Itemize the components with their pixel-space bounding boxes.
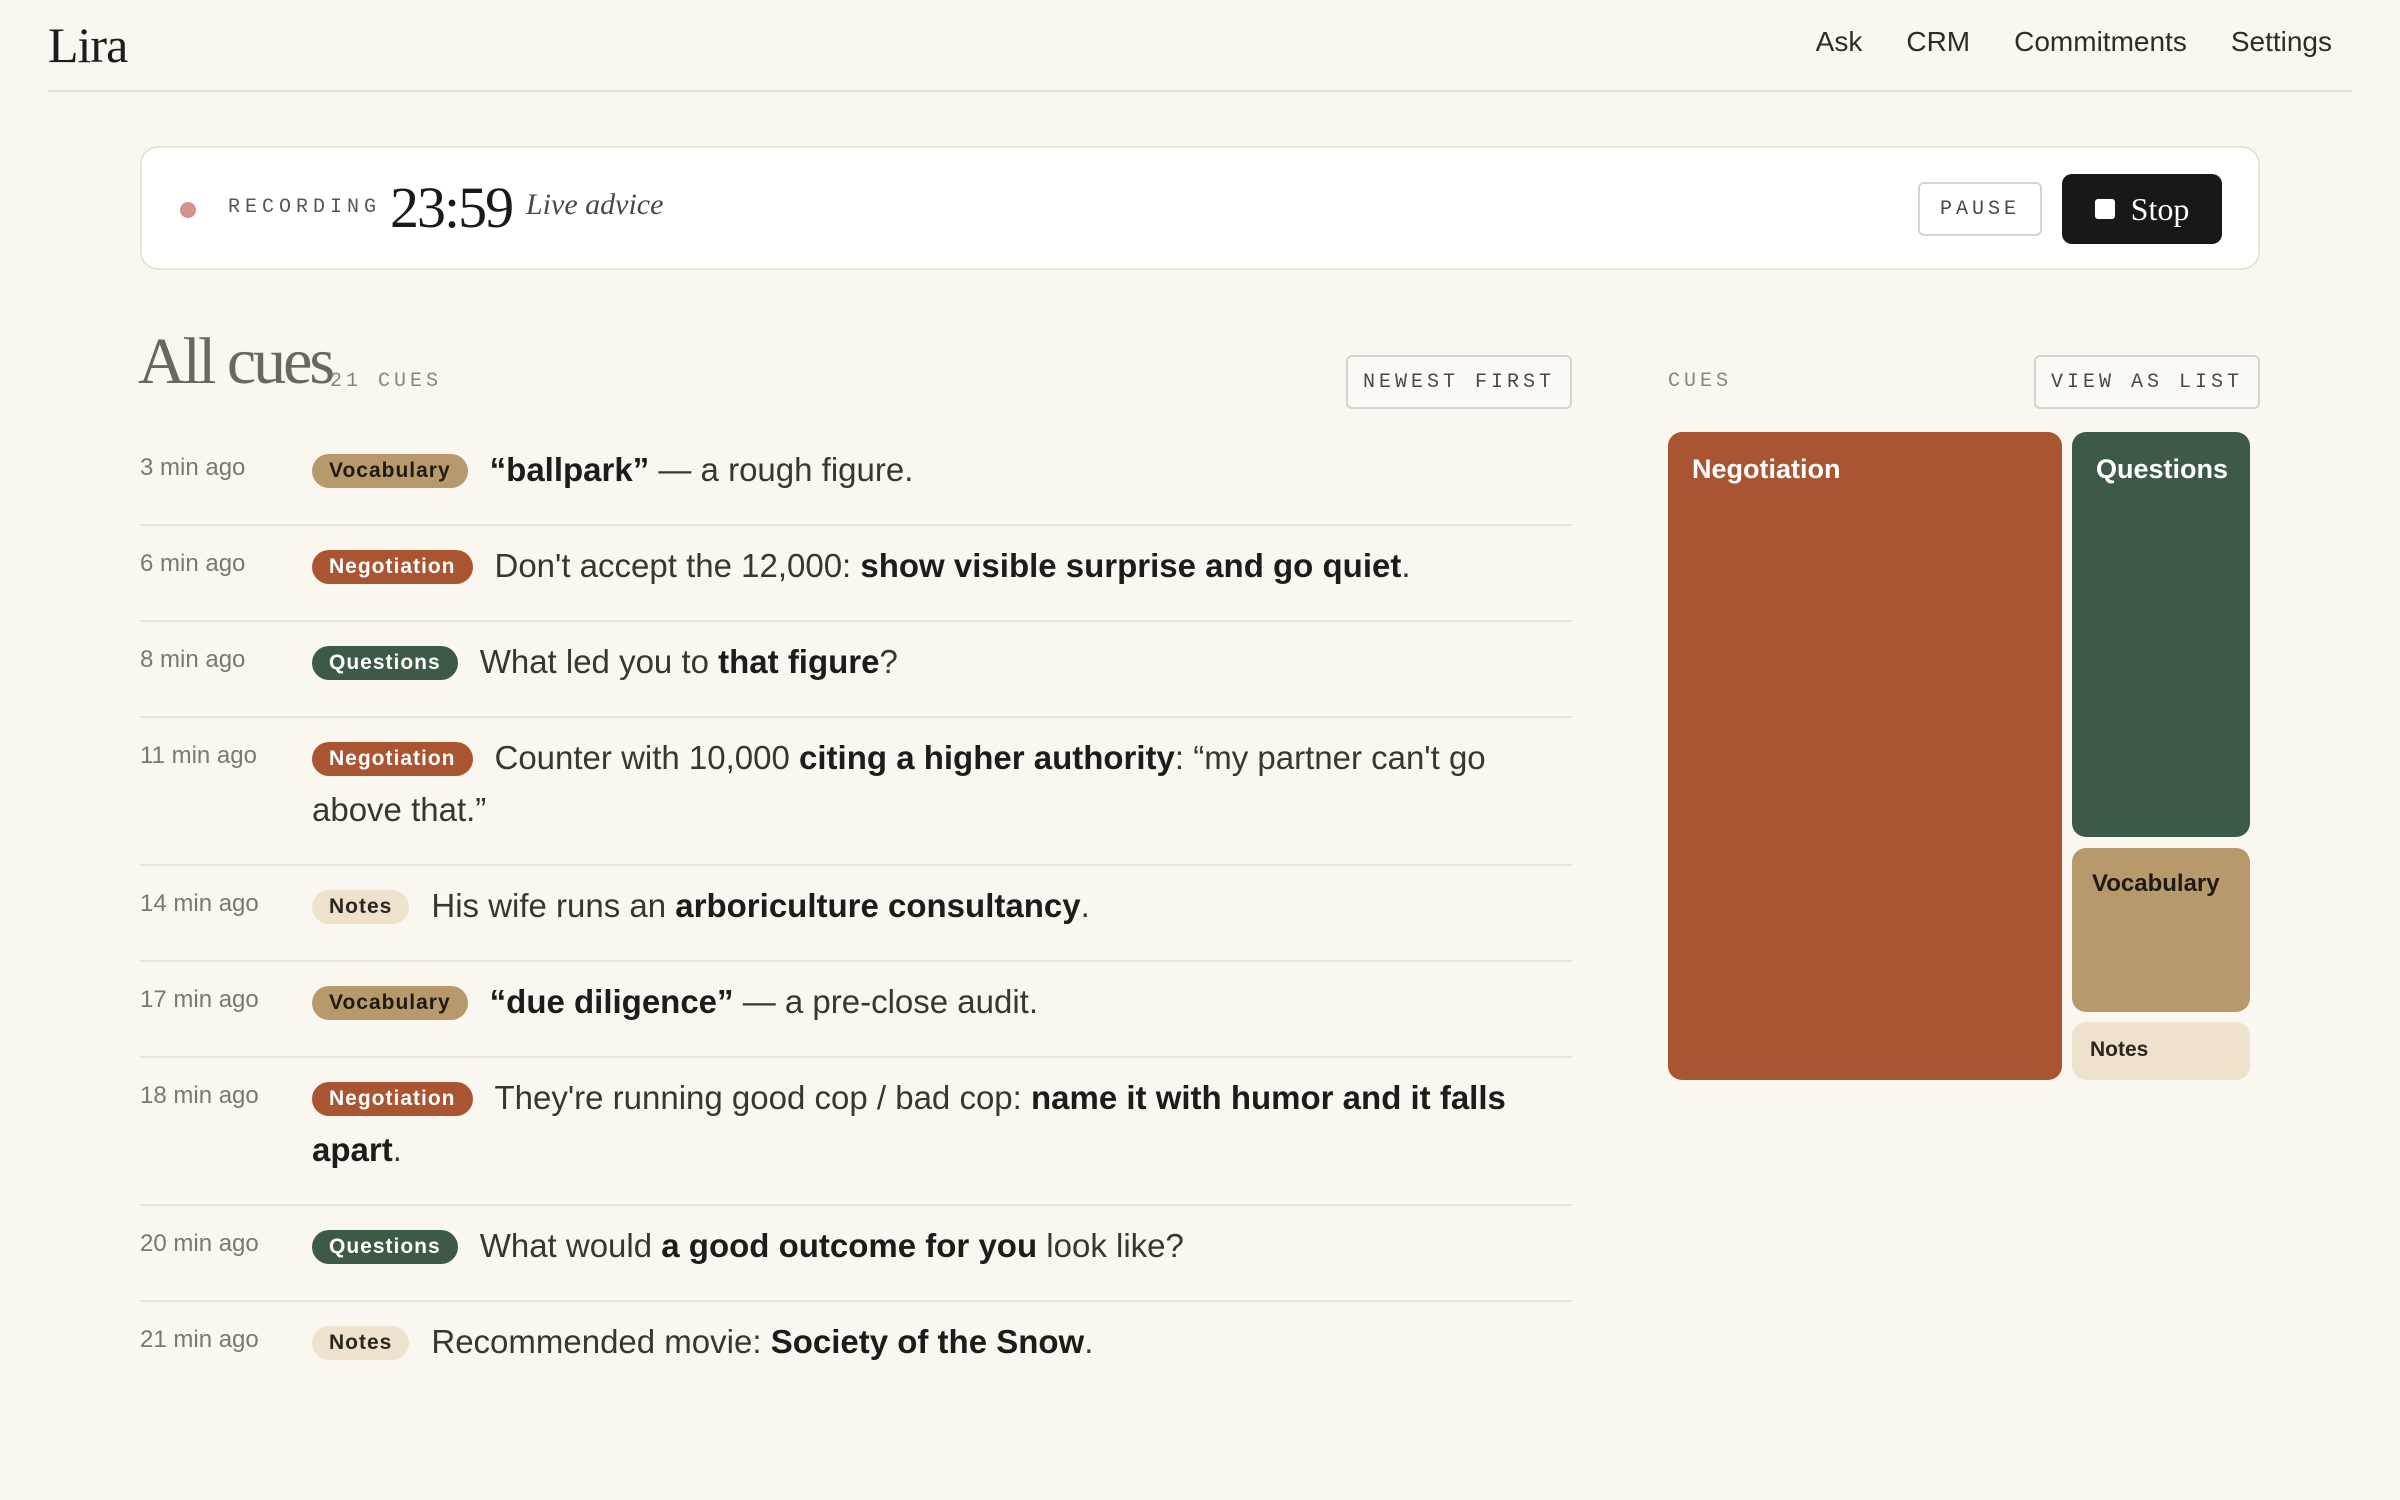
cue-timestamp: 21 min ago <box>140 1326 259 1353</box>
cue-emphasis: arboriculture consultancy <box>675 887 1081 924</box>
cue-text-segment: They're running good cop / bad cop: <box>494 1079 1031 1116</box>
cue-text-segment: — a pre-close audit. <box>733 983 1039 1020</box>
cue-row[interactable]: 17 min ago Vocabulary “due diligence” — a … <box>140 962 1572 1058</box>
category-tile-vocabulary[interactable]: Vocabulary <box>2072 848 2250 1012</box>
cue-text-segment: His wife runs an <box>431 887 676 924</box>
cues-count: 21 CUES <box>330 370 443 393</box>
nav-link-ask[interactable]: Ask <box>1816 26 1863 58</box>
cue-text: Notes His wife runs an arboriculture cons… <box>312 880 1512 932</box>
nav-link-commitments[interactable]: Commitments <box>2014 26 2187 58</box>
cue-emphasis: a good outcome for you <box>661 1227 1038 1264</box>
cue-text-segment: ? <box>879 643 898 680</box>
cue-timestamp: 6 min ago <box>140 550 246 577</box>
cues-panel-label: CUES <box>1668 370 1733 393</box>
recording-label: RECORDING <box>228 196 382 219</box>
cue-timestamp: 11 min ago <box>140 742 257 769</box>
recording-dot-icon <box>180 202 196 218</box>
cue-row[interactable]: 21 min ago Notes Recommended movie: Societ… <box>140 1302 1572 1396</box>
cue-timestamp: 3 min ago <box>140 454 246 481</box>
cue-row[interactable]: 11 min ago Negotiation Counter with 10,000… <box>140 718 1572 866</box>
cue-row[interactable]: 18 min ago Negotiation They're running goo… <box>140 1058 1572 1206</box>
view-as-list-button[interactable]: VIEW AS LIST <box>2034 355 2260 409</box>
cue-text-segment: . <box>392 1131 402 1168</box>
cue-text-segment: Don't accept the 12,000: <box>494 547 861 584</box>
cue-row[interactable]: 8 min ago Questions What led you to that f… <box>140 622 1572 718</box>
cue-text-segment: Recommended movie: <box>431 1323 771 1360</box>
cue-timestamp: 17 min ago <box>140 986 259 1013</box>
category-tile-questions[interactable]: Questions <box>2072 432 2250 837</box>
cue-text: Notes Recommended movie: Society of the S… <box>312 1316 1512 1368</box>
pause-button[interactable]: PAUSE <box>1918 182 2042 236</box>
recording-mode: Live advice <box>526 188 664 221</box>
cue-text: Negotiation Don't accept the 12,000: show… <box>312 540 1512 592</box>
recording-bar: RECORDING 23:59 Live advice PAUSE Stop <box>140 146 2260 270</box>
cue-text-segment: What would <box>479 1227 662 1264</box>
nav-links: Ask CRM Commitments Settings <box>1816 26 2332 58</box>
cue-text: Negotiation They're running good cop / ba… <box>312 1072 1512 1176</box>
cue-emphasis: that figure <box>718 643 880 680</box>
stop-button-label: Stop <box>2130 190 2190 227</box>
cue-text: Negotiation Counter with 10,000 citing a … <box>312 732 1512 836</box>
cue-emphasis: Society of the Snow <box>770 1323 1085 1360</box>
category-tile-label: Negotiation <box>1692 454 1841 484</box>
category-tile-label: Vocabulary <box>2092 870 2220 897</box>
cue-text-segment: . <box>1401 547 1411 584</box>
cue-row[interactable]: 14 min ago Notes His wife runs an arboricu… <box>140 866 1572 962</box>
category-tile-negotiation[interactable]: Negotiation <box>1668 432 2062 1080</box>
category-tile-notes[interactable]: Notes <box>2072 1022 2250 1080</box>
cue-category-tag[interactable]: Vocabulary <box>312 454 468 488</box>
stop-icon <box>2094 199 2115 219</box>
cue-timestamp: 14 min ago <box>140 890 259 917</box>
nav-link-crm[interactable]: CRM <box>1906 26 1970 58</box>
cue-timestamp: 18 min ago <box>140 1082 259 1109</box>
app-logo[interactable]: Lira <box>48 16 128 74</box>
cue-category-tag[interactable]: Questions <box>312 1230 458 1264</box>
category-tile-label: Questions <box>2096 454 2229 484</box>
cue-text-segment: . <box>1084 1323 1094 1360</box>
cue-emphasis: “ballpark” <box>489 451 650 488</box>
cue-text: Questions What led you to that figure? <box>312 636 1512 688</box>
cue-row[interactable]: 3 min ago Vocabulary “ballpark” — a rough … <box>140 430 1572 526</box>
cue-row[interactable]: 6 min ago Negotiation Don't accept the 12,… <box>140 526 1572 622</box>
cue-category-tag[interactable]: Notes <box>312 1326 410 1360</box>
cue-text-segment: . <box>1080 887 1090 924</box>
cue-text-segment: What led you to <box>479 643 719 680</box>
cue-timestamp: 8 min ago <box>140 646 246 673</box>
cue-list: 3 min ago Vocabulary “ballpark” — a rough … <box>140 430 1572 1396</box>
sort-button[interactable]: NEWEST FIRST <box>1346 355 1572 409</box>
cue-category-tag[interactable]: Negotiation <box>312 1082 473 1116</box>
cue-text: Vocabulary “ballpark” — a rough figure. <box>312 444 1512 496</box>
cue-category-tag[interactable]: Questions <box>312 646 458 680</box>
cues-list-title: All cues <box>138 325 335 398</box>
category-tile-label: Notes <box>2090 1038 2149 1061</box>
cue-category-tag[interactable]: Negotiation <box>312 550 473 584</box>
cue-row[interactable]: 20 min ago Questions What would a good out… <box>140 1206 1572 1302</box>
nav-link-settings[interactable]: Settings <box>2231 26 2332 58</box>
cue-text: Questions What would a good outcome for y… <box>312 1220 1512 1272</box>
cue-category-tag[interactable]: Negotiation <box>312 742 473 776</box>
cue-text-segment: — a rough figure. <box>649 451 914 488</box>
cue-category-tag[interactable]: Vocabulary <box>312 986 468 1020</box>
recording-timer: 23:59 <box>390 175 514 240</box>
cue-emphasis: citing a higher authority <box>799 739 1175 776</box>
cue-text-segment: look like? <box>1037 1227 1184 1264</box>
cue-timestamp: 20 min ago <box>140 1230 259 1257</box>
cue-text: Vocabulary “due diligence” — a pre-close … <box>312 976 1512 1028</box>
cue-emphasis: “due diligence” <box>489 983 734 1020</box>
stop-button[interactable]: Stop <box>2062 174 2222 244</box>
top-nav: Lira Ask CRM Commitments Settings <box>48 0 2352 92</box>
cue-emphasis: show visible surprise and go quiet <box>860 547 1402 584</box>
cue-category-tag[interactable]: Notes <box>312 890 410 924</box>
cue-text-segment: Counter with 10,000 <box>494 739 800 776</box>
